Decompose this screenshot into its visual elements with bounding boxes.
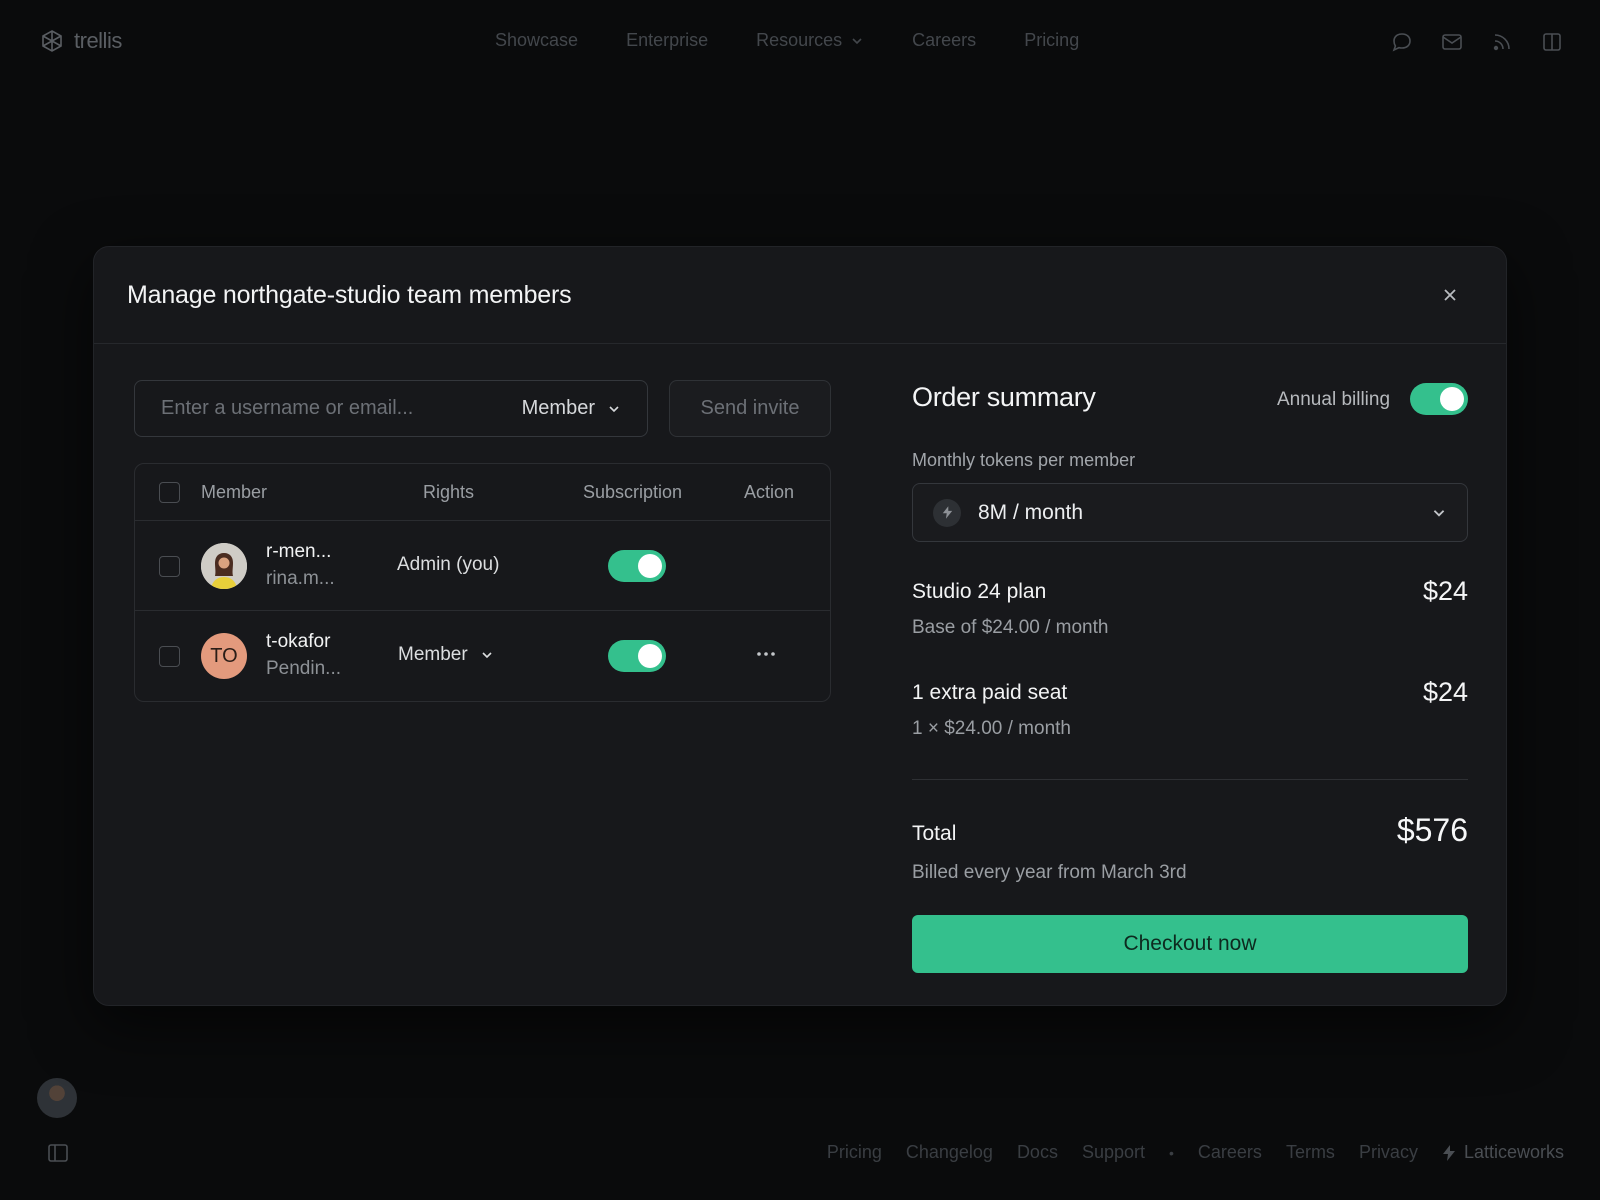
bolt-icon (933, 498, 961, 527)
invite-row: Member Send invite (134, 380, 831, 437)
member-name: r-men... (266, 541, 332, 562)
brand[interactable]: trellis (40, 28, 122, 54)
plan-price: $24 (1422, 576, 1468, 606)
table-row: r-men... rina.m... Admin (you) (135, 521, 830, 611)
order-summary-title: Order summary (912, 382, 1096, 412)
avatar (201, 543, 247, 589)
avatar-photo-icon (201, 543, 247, 589)
close-icon (1444, 289, 1456, 301)
column-action: Action (744, 482, 795, 502)
plan-description: Base of $24.00 / month (912, 617, 1109, 638)
logo-icon (42, 30, 62, 52)
more-horizontal-icon (757, 652, 775, 656)
nav-link-showcase[interactable]: Showcase (495, 30, 578, 51)
chevron-down-icon (482, 652, 492, 659)
table-header: Member Rights Subscription Action (135, 464, 830, 521)
avatar: TO (201, 633, 247, 679)
row-checkbox[interactable] (159, 646, 180, 667)
footer-brand[interactable]: Latticeworks (1442, 1142, 1564, 1163)
subscription-toggle[interactable] (608, 550, 666, 582)
nav-link-enterprise[interactable]: Enterprise (626, 30, 708, 51)
seat-price: $24 (1422, 677, 1468, 707)
footer-link-terms[interactable]: Terms (1286, 1142, 1335, 1163)
nav-link-careers[interactable]: Careers (912, 30, 976, 51)
mail-icon[interactable] (1440, 30, 1464, 54)
chevron-down-icon (1433, 509, 1445, 517)
subscription-toggle[interactable] (608, 640, 666, 672)
invite-role-select[interactable]: Member (522, 397, 621, 420)
member-status: Pendin... (266, 658, 341, 679)
chevron-down-icon (852, 37, 862, 44)
nav-link-resources-label: Resources (756, 30, 843, 50)
footer-link-privacy[interactable]: Privacy (1359, 1142, 1418, 1163)
annual-billing-toggle[interactable] (1410, 383, 1468, 415)
member-rights-value: Member (398, 644, 468, 665)
member-name: t-okafor (266, 631, 331, 652)
sidebar-icon (48, 1144, 68, 1162)
footer-brand-name: Latticeworks (1463, 1142, 1564, 1162)
total-title: Total (912, 822, 957, 845)
plan-line-item: Studio 24 plan Base of $24.00 / month $2… (912, 576, 1468, 639)
close-button[interactable] (1436, 281, 1464, 309)
member-email: rina.m... (266, 568, 335, 589)
chevron-down-icon (609, 405, 619, 412)
row-actions-button[interactable] (756, 645, 776, 657)
modal-title: Manage northgate-studio team members (127, 280, 572, 309)
members-table: Member Rights Subscription Action r-men.… (134, 463, 831, 702)
divider (912, 779, 1468, 780)
plan-title: Studio 24 plan (912, 580, 1047, 603)
manage-members-modal: Manage northgate-studio team members Mem… (93, 246, 1507, 1006)
checkout-button[interactable]: Checkout now (912, 915, 1468, 973)
footer-links: Pricing Changelog Docs Support • Careers… (827, 1142, 1564, 1163)
member-rights-select[interactable]: Member (398, 644, 494, 666)
nav-link-resources[interactable]: Resources (756, 30, 864, 51)
seat-line-item: 1 extra paid seat 1 × $24.00 / month $24 (912, 677, 1468, 740)
invite-role-value: Member (521, 397, 595, 419)
total-description: Billed every year from March 3rd (912, 862, 1187, 883)
seat-description: 1 × $24.00 / month (912, 718, 1071, 739)
footer-link-careers[interactable]: Careers (1198, 1142, 1262, 1163)
chat-icon[interactable] (1390, 30, 1414, 54)
send-invite-button[interactable]: Send invite (669, 380, 831, 437)
footer-link-support[interactable]: Support (1082, 1142, 1145, 1163)
bolt-icon (1442, 1144, 1455, 1161)
footer-link-changelog[interactable]: Changelog (906, 1142, 993, 1163)
total-price: $576 (1396, 812, 1468, 848)
user-avatar[interactable] (37, 1078, 77, 1118)
brand-name: trellis (74, 28, 122, 53)
table-row: TO t-okafor Pendin... Member (135, 611, 830, 701)
column-subscription: Subscription (583, 482, 683, 502)
invite-input[interactable] (161, 397, 461, 420)
seat-title: 1 extra paid seat (912, 681, 1068, 704)
column-rights: Rights (423, 482, 475, 502)
top-navigation: trellis Showcase Enterprise Resources Ca… (0, 0, 1600, 88)
footer-separator: • (1169, 1144, 1174, 1161)
sidebar-toggle[interactable] (47, 1142, 69, 1169)
column-member: Member (201, 482, 268, 502)
nav-link-pricing[interactable]: Pricing (1024, 30, 1079, 51)
annual-billing-label: Annual billing (1277, 389, 1391, 410)
total-line-item: Total Billed every year from March 3rd $… (912, 812, 1468, 884)
tokens-value: 8M / month (978, 500, 1084, 524)
panel-icon[interactable] (1540, 30, 1564, 54)
tokens-label: Monthly tokens per member (912, 450, 1136, 470)
nav-links: Showcase Enterprise Resources Careers Pr… (495, 30, 1079, 51)
tokens-select[interactable]: 8M / month (912, 483, 1468, 542)
select-all-checkbox[interactable] (159, 482, 180, 503)
nav-icons (1390, 30, 1564, 54)
footer-link-docs[interactable]: Docs (1017, 1142, 1058, 1163)
invite-field: Member (134, 380, 648, 437)
member-rights: Admin (you) (397, 554, 500, 575)
footer-link-pricing[interactable]: Pricing (827, 1142, 882, 1163)
modal-header: Manage northgate-studio team members (94, 247, 1506, 344)
row-checkbox[interactable] (159, 556, 180, 577)
rss-icon[interactable] (1490, 30, 1514, 54)
